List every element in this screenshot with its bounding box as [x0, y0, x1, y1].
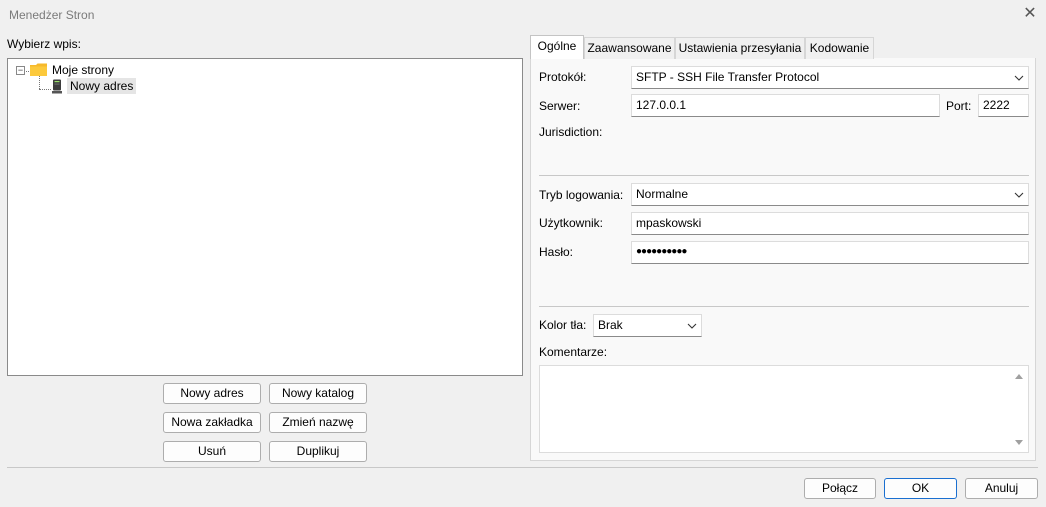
scroll-up-icon[interactable] — [1014, 372, 1024, 380]
scroll-down-icon[interactable] — [1014, 439, 1024, 447]
password-label: Hasło: — [539, 245, 574, 259]
new-site-button[interactable]: Nowy adres — [163, 383, 261, 404]
server-icon — [52, 79, 62, 94]
select-entry-label: Wybierz wpis: — [7, 37, 81, 51]
tree-root-label[interactable]: Moje strony — [52, 63, 114, 77]
server-label: Serwer: — [539, 99, 581, 113]
comments-textarea[interactable] — [539, 365, 1029, 453]
bgcolor-label: Kolor tła: — [539, 318, 587, 332]
chevron-down-icon — [1014, 75, 1024, 81]
duplicate-button[interactable]: Duplikuj — [269, 441, 367, 462]
cancel-button[interactable]: Anuluj — [965, 478, 1038, 499]
tab-charset[interactable]: Kodowanie — [805, 37, 874, 59]
site-tree[interactable]: − Moje strony Nowy adres — [7, 58, 523, 376]
tab-transfer-settings[interactable]: Ustawienia przesyłania — [675, 37, 805, 59]
jurisdiction-label: Jurisdiction: — [539, 125, 603, 139]
new-folder-button[interactable]: Nowy katalog — [269, 383, 367, 404]
port-label: Port: — [946, 99, 972, 113]
bgcolor-select[interactable]: Brak — [593, 314, 702, 337]
tree-connector — [39, 89, 51, 90]
divider — [539, 306, 1029, 307]
logon-type-select[interactable]: Normalne — [631, 183, 1029, 206]
tree-connector — [39, 76, 40, 89]
tree-child-label[interactable]: Nowy adres — [67, 78, 137, 94]
collapse-icon[interactable]: − — [16, 66, 25, 75]
user-label: Użytkownik: — [539, 216, 604, 230]
bgcolor-value: Brak — [598, 318, 623, 332]
connect-button[interactable]: Połącz — [804, 478, 876, 499]
folder-icon — [30, 63, 47, 76]
tab-general[interactable]: Ogólne — [530, 35, 584, 59]
divider — [7, 467, 1038, 468]
chevron-down-icon — [1014, 192, 1024, 198]
logon-type-value: Normalne — [636, 187, 689, 201]
new-bookmark-button[interactable]: Nowa zakładka — [163, 412, 261, 433]
window-title: Menedżer Stron — [9, 8, 95, 22]
logon-type-label: Tryb logowania: — [539, 188, 624, 202]
protocol-select[interactable]: SFTP - SSH File Transfer Protocol — [631, 66, 1029, 89]
protocol-label: Protokół: — [539, 70, 587, 84]
rename-button[interactable]: Zmień nazwę — [269, 412, 367, 433]
close-icon[interactable]: ✕ — [1020, 4, 1040, 24]
comments-label: Komentarze: — [539, 345, 608, 359]
user-input[interactable]: mpaskowski — [631, 212, 1029, 235]
chevron-down-icon — [687, 323, 697, 329]
ok-button[interactable]: OK — [884, 478, 957, 499]
delete-button[interactable]: Usuń — [163, 441, 261, 462]
tab-advanced[interactable]: Zaawansowane — [584, 37, 675, 59]
password-input[interactable]: ●●●●●●●●●● — [631, 241, 1029, 264]
protocol-value: SFTP - SSH File Transfer Protocol — [636, 70, 820, 84]
server-input[interactable]: 127.0.0.1 — [631, 94, 940, 117]
port-input[interactable]: 2222 — [978, 94, 1029, 117]
divider — [539, 175, 1029, 176]
